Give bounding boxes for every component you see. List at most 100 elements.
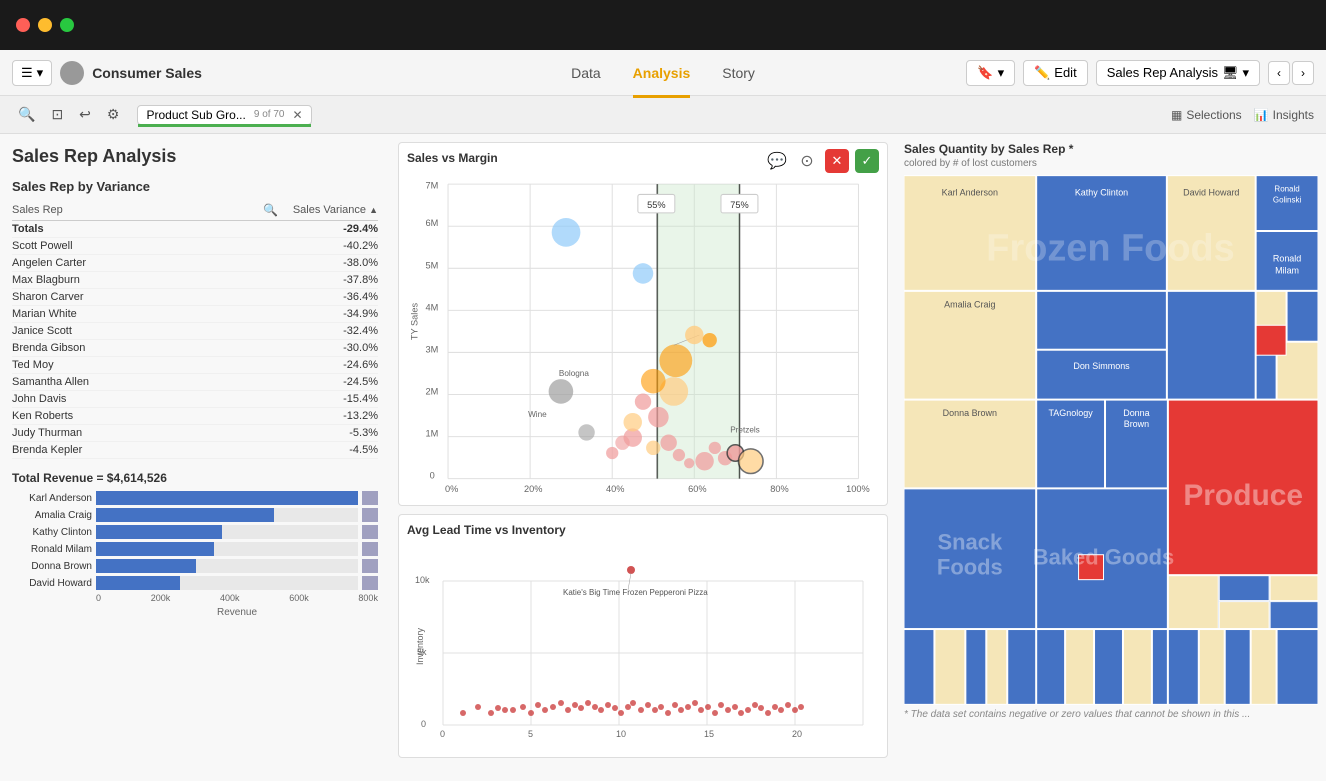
table-row[interactable]: Brenda Gibson -30.0% bbox=[12, 340, 378, 357]
monitor-icon: 🖥 bbox=[1222, 65, 1239, 81]
treemap-container[interactable]: Karl Anderson Kathy Clinton David Howard… bbox=[904, 175, 1318, 705]
bar-container bbox=[96, 491, 358, 505]
svg-text:Pretzels: Pretzels bbox=[730, 425, 760, 434]
svg-text:Don Simmons: Don Simmons bbox=[1073, 361, 1130, 371]
rep-variance: -4.5% bbox=[278, 444, 378, 456]
app-icon bbox=[60, 61, 84, 85]
table-totals-row: Totals -29.4% bbox=[12, 221, 378, 238]
rep-variance: -15.4% bbox=[278, 393, 378, 405]
nav-right: 🔖 ▾ ✏️ Edit Sales Rep Analysis 🖥 ▾ ‹ › bbox=[763, 60, 1314, 86]
insights-button[interactable]: 📊 Insights bbox=[1254, 108, 1314, 122]
svg-text:Foods: Foods bbox=[937, 555, 1003, 580]
left-panel: Sales Rep Analysis Sales Rep by Variance… bbox=[0, 134, 390, 781]
rep-name: Scott Powell bbox=[12, 240, 278, 252]
search-toolbar-btn[interactable]: 🔍 bbox=[12, 103, 41, 126]
sheet-tab-sub: 9 of 70 bbox=[254, 109, 285, 120]
bookmark-button[interactable]: 🔖 ▾ bbox=[966, 60, 1015, 86]
revenue-title: Total Revenue = $4,614,526 bbox=[12, 471, 378, 485]
svg-text:1M: 1M bbox=[425, 429, 438, 439]
table-row[interactable]: Samantha Allen -24.5% bbox=[12, 374, 378, 391]
svg-text:0: 0 bbox=[421, 719, 426, 729]
bookmark-icon: 🔖 bbox=[977, 65, 993, 81]
bar-row: Amalia Craig bbox=[12, 508, 378, 522]
bar-label: Karl Anderson bbox=[12, 493, 92, 504]
selections-icon: ▦ bbox=[1171, 108, 1182, 122]
prev-arrow[interactable]: ‹ bbox=[1268, 61, 1290, 85]
table-row[interactable]: Scott Powell -40.2% bbox=[12, 238, 378, 255]
nav-left: ☰ ▾ Consumer Sales bbox=[12, 60, 563, 86]
selections-button[interactable]: ▦ Selections bbox=[1171, 108, 1242, 122]
histogram-block bbox=[362, 525, 378, 539]
sheet-close-icon[interactable]: ✕ bbox=[292, 108, 302, 122]
svg-text:0%: 0% bbox=[445, 484, 458, 494]
right-panel: Sales Quantity by Sales Rep * colored by… bbox=[896, 134, 1326, 781]
maximize-button[interactable] bbox=[60, 18, 74, 32]
svg-text:Kathy Clinton: Kathy Clinton bbox=[1075, 188, 1128, 198]
svg-text:Baked Goods: Baked Goods bbox=[1033, 545, 1174, 570]
rep-variance: -13.2% bbox=[278, 410, 378, 422]
scatter-plot-area: 0 1M 2M 3M 4M 5M 6M 7M TY Sales bbox=[399, 165, 887, 505]
svg-text:10k: 10k bbox=[415, 575, 430, 585]
chevron-down-icon: ▾ bbox=[998, 65, 1005, 81]
table-row[interactable]: Marian White -34.9% bbox=[12, 306, 378, 323]
svg-text:80%: 80% bbox=[770, 484, 788, 494]
tab-story[interactable]: Story bbox=[722, 61, 755, 85]
rep-variance: -36.4% bbox=[278, 291, 378, 303]
search-icon[interactable]: 🔍 bbox=[263, 203, 278, 217]
svg-text:2M: 2M bbox=[425, 387, 438, 397]
undo-toolbar-btn[interactable]: ↩ bbox=[73, 103, 97, 126]
next-arrow[interactable]: › bbox=[1292, 61, 1314, 85]
table-row[interactable]: Judy Thurman -5.3% bbox=[12, 425, 378, 442]
table-row[interactable]: Ted Moy -24.6% bbox=[12, 357, 378, 374]
edit-button[interactable]: ✏️ Edit bbox=[1023, 60, 1088, 86]
svg-text:Wine: Wine bbox=[528, 410, 547, 419]
svg-text:10: 10 bbox=[616, 729, 626, 739]
table-row[interactable]: Max Blagburn -37.8% bbox=[12, 272, 378, 289]
svg-text:David Howard: David Howard bbox=[1183, 188, 1239, 198]
insights-label: Insights bbox=[1273, 108, 1314, 122]
rep-name: Brenda Kepler bbox=[12, 444, 278, 456]
bar-row: Donna Brown bbox=[12, 559, 378, 573]
settings-toolbar-btn[interactable]: ⚙ bbox=[101, 103, 126, 126]
table-row[interactable]: Brenda Kepler -4.5% bbox=[12, 442, 378, 459]
treemap-svg: Karl Anderson Kathy Clinton David Howard… bbox=[904, 175, 1318, 705]
totals-label: Totals bbox=[12, 223, 278, 235]
bar-xlabel: Revenue bbox=[12, 607, 378, 618]
bar-fill bbox=[96, 508, 274, 522]
svg-text:Ronald: Ronald bbox=[1273, 253, 1301, 263]
revenue-section: Total Revenue = $4,614,526 Karl Anderson… bbox=[12, 471, 378, 618]
menu-button[interactable]: ☰ ▾ bbox=[12, 60, 52, 86]
sheet-tab[interactable]: Product Sub Gro... 9 of 70 ✕ bbox=[137, 105, 311, 125]
svg-text:TAGnology: TAGnology bbox=[1048, 408, 1093, 418]
edit-label: Edit bbox=[1054, 65, 1076, 80]
tab-data[interactable]: Data bbox=[571, 61, 601, 85]
rep-name: Brenda Gibson bbox=[12, 342, 278, 354]
minimize-button[interactable] bbox=[38, 18, 52, 32]
table-row[interactable]: John Davis -15.4% bbox=[12, 391, 378, 408]
table-row[interactable]: Angelen Carter -38.0% bbox=[12, 255, 378, 272]
select-toolbar-btn[interactable]: ⊡ bbox=[45, 103, 69, 126]
rep-name: Marian White bbox=[12, 308, 278, 320]
table-row[interactable]: Sharon Carver -36.4% bbox=[12, 289, 378, 306]
table-row[interactable]: Janice Scott -32.4% bbox=[12, 323, 378, 340]
svg-text:0: 0 bbox=[430, 471, 435, 481]
svg-text:Produce: Produce bbox=[1183, 479, 1303, 512]
col1-header: Sales Rep bbox=[12, 204, 259, 216]
sheet-tab-name: Product Sub Gro... bbox=[146, 108, 245, 122]
rep-variance: -38.0% bbox=[278, 257, 378, 269]
lead-time-title: Avg Lead Time vs Inventory bbox=[399, 515, 887, 537]
table-row[interactable]: Ken Roberts -13.2% bbox=[12, 408, 378, 425]
rep-name: Max Blagburn bbox=[12, 274, 278, 286]
sheet-selector[interactable]: Sales Rep Analysis 🖥 ▾ bbox=[1096, 60, 1260, 86]
svg-text:0: 0 bbox=[440, 729, 445, 739]
sort-icon[interactable]: ▲ bbox=[369, 205, 378, 215]
svg-text:3M: 3M bbox=[425, 344, 438, 354]
svg-text:Snack: Snack bbox=[938, 530, 1003, 555]
svg-text:75%: 75% bbox=[730, 200, 748, 210]
bar-fill bbox=[96, 491, 358, 505]
svg-text:55%: 55% bbox=[647, 200, 665, 210]
close-button[interactable] bbox=[16, 18, 30, 32]
sales-vs-margin-chart: 💬 ⊙ ✕ ✓ Sales vs Margin 0 1M 2M 3M 4M 5M… bbox=[398, 142, 888, 506]
tab-analysis[interactable]: Analysis bbox=[633, 61, 691, 85]
lead-time-chart: Avg Lead Time vs Inventory 0 5k 10k Inve… bbox=[398, 514, 888, 758]
